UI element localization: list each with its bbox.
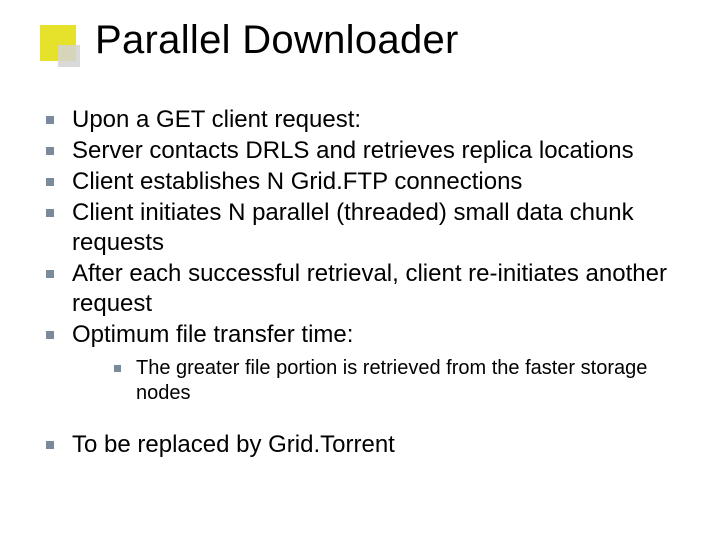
bullet-text: To be replaced by Grid.Torrent [72, 431, 395, 458]
list-item: Upon a GET client request: [36, 105, 692, 135]
bullet-text: Client initiates N parallel (threaded) s… [72, 199, 634, 256]
bullet-text: After each successful retrieval, client … [72, 260, 667, 317]
list-item: Server contacts DRLS and retrieves repli… [36, 136, 692, 166]
sub-bullet-text: The greater file portion is retrieved fr… [136, 357, 647, 404]
list-item: Optimum file transfer time: The greater … [36, 320, 692, 406]
list-item: Client establishes N Grid.FTP connection… [36, 167, 692, 197]
slide-body: Upon a GET client request: Server contac… [36, 105, 692, 461]
slide: Parallel Downloader Upon a GET client re… [0, 0, 720, 540]
spacer [36, 412, 692, 430]
bullet-text: Client establishes N Grid.FTP connection… [72, 168, 522, 195]
list-item: To be replaced by Grid.Torrent [36, 430, 692, 460]
bullet-text: Upon a GET client request: [72, 106, 361, 133]
list-item: The greater file portion is retrieved fr… [102, 356, 692, 406]
bullet-list: Upon a GET client request: Server contac… [36, 105, 692, 406]
slide-title: Parallel Downloader [95, 18, 459, 63]
bullet-list-final: To be replaced by Grid.Torrent [36, 430, 692, 460]
list-item: Client initiates N parallel (threaded) s… [36, 198, 692, 258]
bullet-text: Server contacts DRLS and retrieves repli… [72, 137, 634, 164]
bullet-text: Optimum file transfer time: [72, 321, 353, 348]
list-item: After each successful retrieval, client … [36, 259, 692, 319]
sub-bullet-list: The greater file portion is retrieved fr… [72, 356, 692, 406]
title-decor-square-small-icon [58, 45, 80, 67]
